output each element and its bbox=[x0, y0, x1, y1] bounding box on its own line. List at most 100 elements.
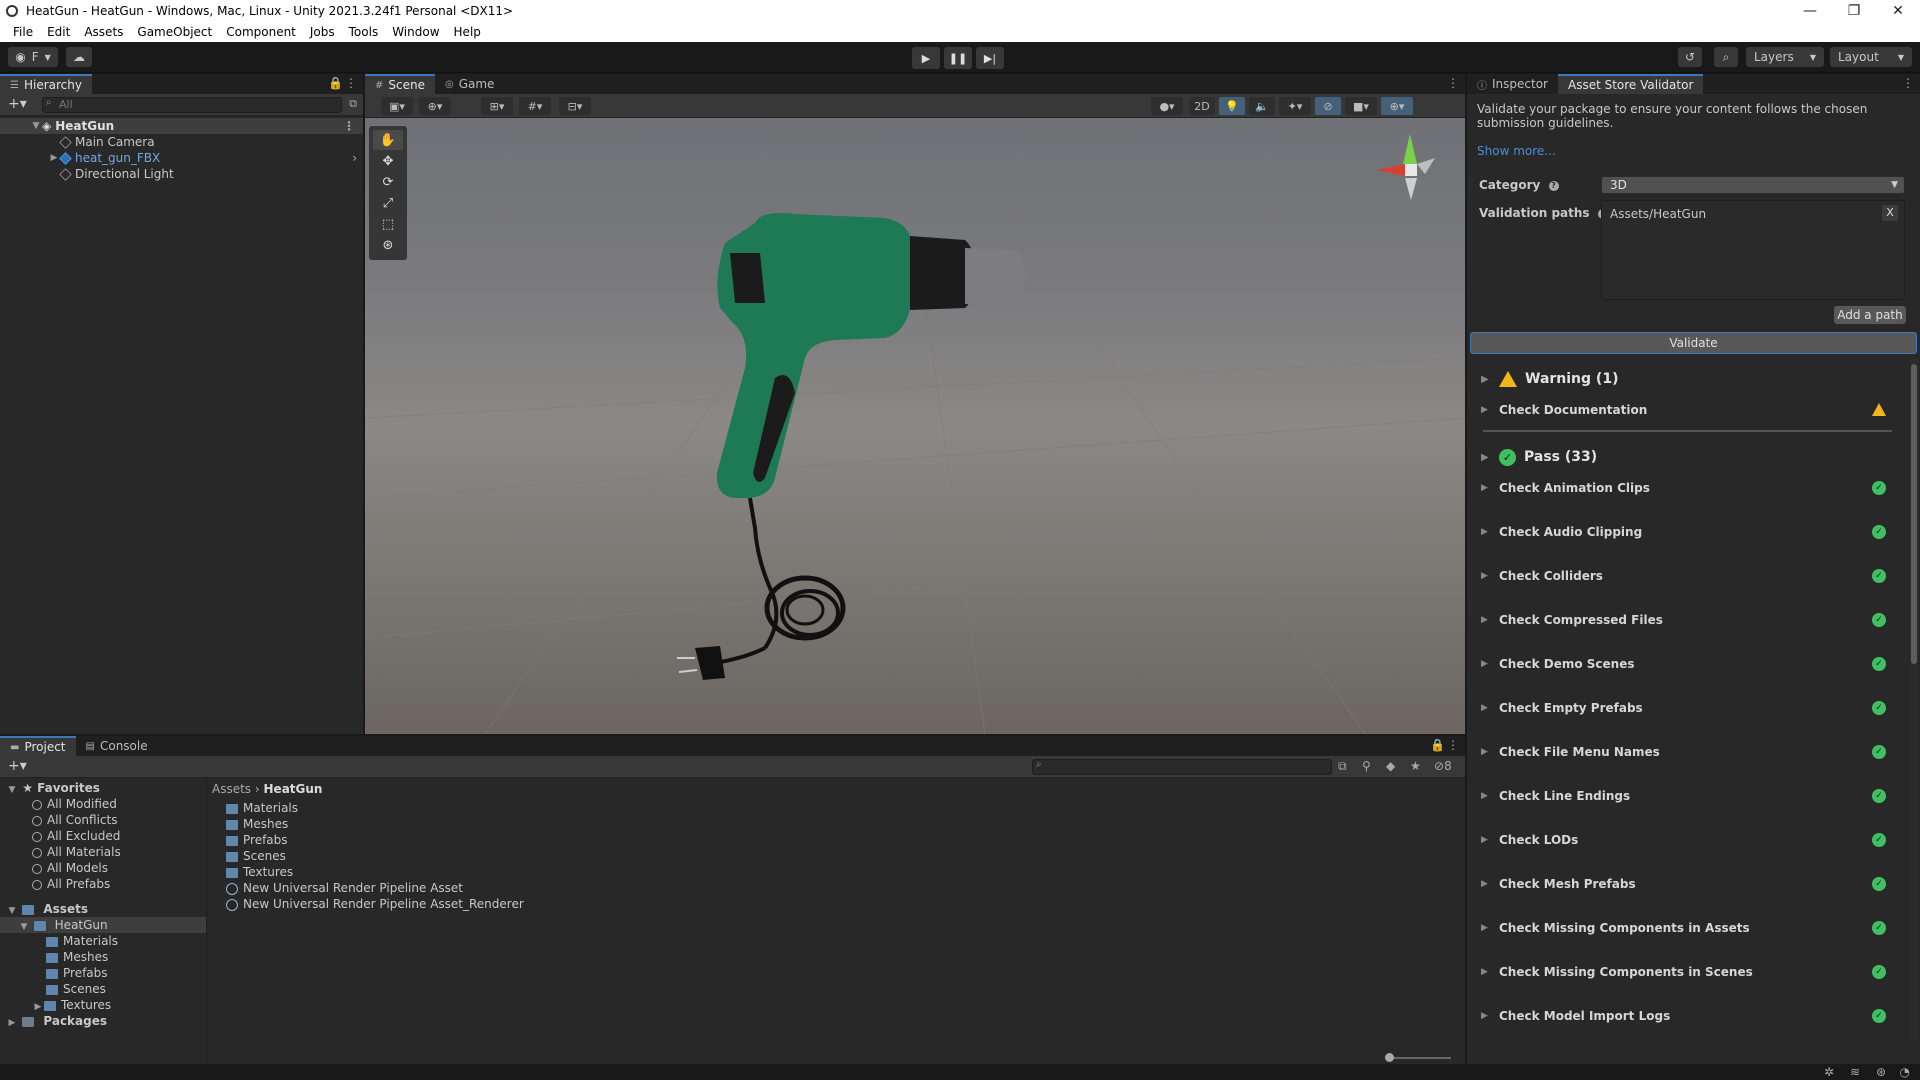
maximize-button[interactable]: ❐ bbox=[1832, 3, 1876, 19]
category-dropdown[interactable]: 3D ▼ bbox=[1601, 176, 1905, 194]
panel-menu-icon[interactable]: ⋮ bbox=[345, 76, 357, 90]
tab-game[interactable]: ◎ Game bbox=[435, 74, 504, 94]
global-dropdown[interactable]: ⊕▾ bbox=[419, 97, 451, 115]
menu-jobs[interactable]: Jobs bbox=[303, 25, 342, 39]
effects-dropdown[interactable]: ✦▾ bbox=[1279, 97, 1311, 115]
grid-dropdown[interactable]: #▾ bbox=[519, 97, 551, 115]
menu-assets[interactable]: Assets bbox=[77, 25, 130, 39]
history-button[interactable]: ↺ bbox=[1678, 47, 1702, 67]
menu-help[interactable]: Help bbox=[447, 25, 488, 39]
breadcrumb-item[interactable]: HeatGun bbox=[264, 782, 323, 796]
folder-item[interactable]: Prefabs bbox=[0, 965, 206, 981]
check-row[interactable]: ▶ Check Demo Scenes ✓ bbox=[1481, 654, 1896, 674]
tab-console[interactable]: ▤ Console bbox=[76, 736, 158, 756]
hierarchy-search-input[interactable]: All bbox=[42, 97, 342, 113]
asset-item[interactable]: Scenes bbox=[226, 848, 524, 864]
favorite-item[interactable]: All Modified bbox=[0, 796, 206, 812]
search-button[interactable]: ⌕ bbox=[1714, 47, 1738, 67]
transform-tool-button[interactable]: ⊛ bbox=[373, 235, 403, 255]
results-scrollbar[interactable] bbox=[1910, 358, 1918, 1040]
step-button[interactable]: ▶| bbox=[976, 47, 1004, 69]
draw-mode-dropdown[interactable]: ▣▾ bbox=[381, 97, 413, 115]
rotate-tool-button[interactable]: ⟳ bbox=[373, 172, 403, 192]
bug-icon[interactable]: ⊛ bbox=[1876, 1065, 1886, 1079]
tab-inspector[interactable]: ⓘ Inspector bbox=[1467, 74, 1558, 94]
add-path-button[interactable]: Add a path bbox=[1834, 306, 1906, 324]
warning-group-header[interactable]: ▶ Warning (1) bbox=[1481, 368, 1618, 390]
check-row[interactable]: ▶ Check Missing Components in Assets ✓ bbox=[1481, 918, 1896, 938]
check-row[interactable]: ▶ Check Model Import Logs ✓ bbox=[1481, 1006, 1896, 1026]
camera-dropdown[interactable]: ■▾ bbox=[1345, 97, 1377, 115]
rect-tool-button[interactable]: ⬚ bbox=[373, 214, 403, 234]
menu-component[interactable]: Component bbox=[219, 25, 303, 39]
remove-path-button[interactable]: X bbox=[1882, 205, 1898, 221]
check-row[interactable]: ▶ Check Colliders ✓ bbox=[1481, 566, 1896, 586]
slider-knob[interactable] bbox=[1385, 1053, 1394, 1062]
asset-item[interactable]: Textures bbox=[226, 864, 524, 880]
panel-menu-icon[interactable]: ⋮ bbox=[1447, 76, 1459, 90]
scale-tool-button[interactable]: ⤢ bbox=[373, 193, 403, 213]
validate-button[interactable]: Validate bbox=[1470, 332, 1917, 354]
menu-tools[interactable]: Tools bbox=[342, 25, 386, 39]
search-by-type-icon[interactable]: ⧉ bbox=[1338, 759, 1347, 774]
tree-item-heatgun-scene[interactable]: ▼ ◈ HeatGun ⋮ bbox=[0, 118, 363, 134]
tab-asset-store-validator[interactable]: Asset Store Validator bbox=[1557, 74, 1704, 94]
menu-file[interactable]: File bbox=[6, 25, 40, 39]
menu-window[interactable]: Window bbox=[385, 25, 446, 39]
lighting-toggle[interactable]: 💡 bbox=[1219, 97, 1245, 115]
expand-arrow-icon[interactable]: ▼ bbox=[30, 118, 42, 134]
favorite-item[interactable]: All Materials bbox=[0, 844, 206, 860]
progress-icon[interactable]: ◔ bbox=[1900, 1065, 1910, 1079]
asset-item[interactable]: New Universal Render Pipeline Asset bbox=[226, 880, 524, 896]
create-button[interactable]: +▾ bbox=[8, 758, 27, 774]
menu-gameobject[interactable]: GameObject bbox=[130, 25, 219, 39]
show-more-link[interactable]: Show more... bbox=[1477, 144, 1556, 158]
play-button[interactable]: ▶ bbox=[912, 47, 940, 69]
check-row[interactable]: ▶ Check LODs ✓ bbox=[1481, 830, 1896, 850]
check-row[interactable]: ▶ Check Missing Components in Scenes ✓ bbox=[1481, 962, 1896, 982]
asset-item[interactable]: Meshes bbox=[226, 816, 524, 832]
packages-root[interactable]: ▶ Packages bbox=[0, 1013, 206, 1029]
check-row[interactable]: ▶ Check Empty Prefabs ✓ bbox=[1481, 698, 1896, 718]
lock-icon[interactable]: 🔒 bbox=[328, 76, 343, 90]
hand-tool-button[interactable]: ✋ bbox=[373, 130, 403, 150]
assets-root[interactable]: ▼ Assets bbox=[0, 901, 206, 917]
add-button[interactable]: +▾ bbox=[8, 96, 27, 112]
chevron-right-icon[interactable]: › bbox=[352, 150, 357, 166]
panel-menu-icon[interactable]: ⋮ bbox=[1447, 738, 1459, 752]
breadcrumb-item[interactable]: Assets bbox=[212, 782, 251, 796]
audio-toggle[interactable]: 🔈 bbox=[1249, 97, 1275, 115]
tab-hierarchy[interactable]: ☰ Hierarchy bbox=[0, 74, 92, 94]
close-button[interactable]: ✕ bbox=[1876, 3, 1920, 19]
scene-search-icon[interactable]: ⧉ bbox=[349, 97, 357, 111]
gizmos-dropdown[interactable]: ⊕▾ bbox=[1381, 97, 1413, 115]
folder-item[interactable]: ▶ Textures bbox=[0, 997, 206, 1013]
tree-item-main-camera[interactable]: Main Camera bbox=[0, 134, 363, 150]
cloud-button[interactable]: ☁ bbox=[66, 47, 92, 67]
hidden-objects-toggle[interactable]: ⊘ bbox=[1315, 97, 1341, 115]
tree-item-heat-gun-fbx[interactable]: ▶ heat_gun_FBX › bbox=[0, 150, 363, 166]
icon-size-slider[interactable] bbox=[1385, 1053, 1451, 1062]
check-row[interactable]: ▶ Check Line Endings ✓ bbox=[1481, 786, 1896, 806]
filter-type-icon[interactable]: ⚲ bbox=[1362, 759, 1371, 773]
folder-item[interactable]: Scenes bbox=[0, 981, 206, 997]
debug-icon[interactable]: ✲ bbox=[1824, 1065, 1834, 1079]
scrollbar-thumb[interactable] bbox=[1911, 364, 1917, 664]
check-row[interactable]: ▶ Check Mesh Prefabs ✓ bbox=[1481, 874, 1896, 894]
2d-toggle[interactable]: 2D bbox=[1189, 97, 1215, 115]
help-icon[interactable]: ? bbox=[1548, 180, 1559, 191]
tree-item-directional-light[interactable]: Directional Light bbox=[0, 166, 363, 182]
increment-snap-dropdown[interactable]: ⊟▾ bbox=[559, 97, 591, 115]
project-search-input[interactable] bbox=[1032, 759, 1332, 775]
favorite-item[interactable]: All Conflicts bbox=[0, 812, 206, 828]
pass-group-header[interactable]: ▶ ✓ Pass (33) bbox=[1481, 446, 1597, 468]
snap-dropdown[interactable]: ⊞▾ bbox=[481, 97, 513, 115]
render-mode-dropdown[interactable]: ●▾ bbox=[1151, 97, 1183, 115]
layers-dropdown[interactable]: Layers ▼ bbox=[1746, 47, 1824, 67]
lock-icon[interactable]: 🔒 bbox=[1430, 738, 1445, 752]
check-row[interactable]: ▶ Check File Menu Names ✓ bbox=[1481, 742, 1896, 762]
favorite-item[interactable]: All Excluded bbox=[0, 828, 206, 844]
check-row[interactable]: ▶ Check Compressed Files ✓ bbox=[1481, 610, 1896, 630]
account-dropdown[interactable]: ◉ F ▼ bbox=[8, 47, 58, 67]
folder-heatgun[interactable]: ▼ HeatGun bbox=[0, 917, 206, 933]
